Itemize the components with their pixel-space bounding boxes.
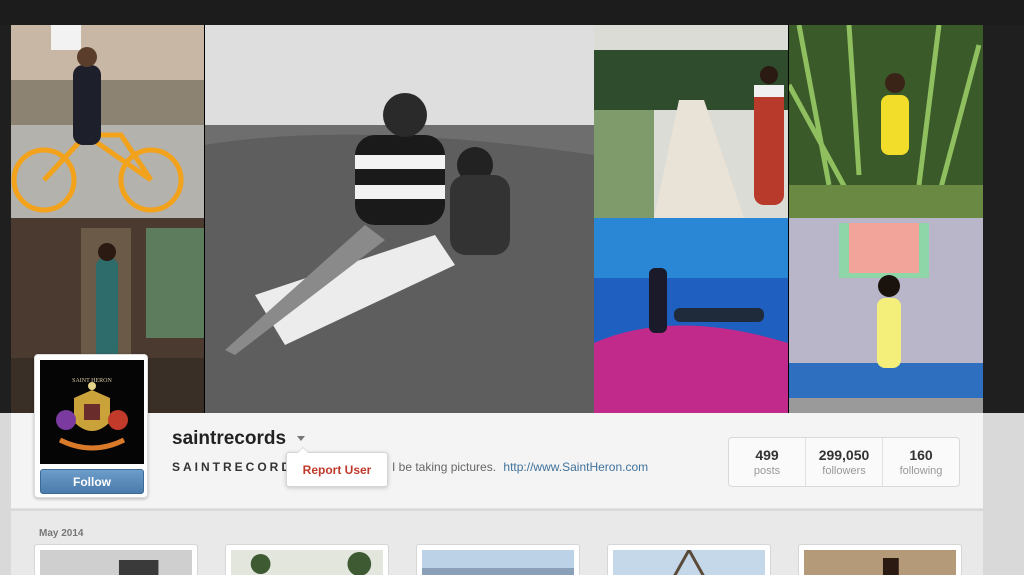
stat-following-count: 160 [909, 447, 933, 463]
bio: I be taking pictures. http://www.SaintHe… [392, 460, 648, 474]
cover-photo-collage [11, 25, 983, 413]
feed-photo-1[interactable] [34, 544, 198, 575]
cover-photo-1-image [11, 25, 204, 218]
avatar-crest-image: SAINT HERON [40, 360, 144, 464]
feed-photo-2[interactable] [225, 544, 389, 575]
stat-posts-label: posts [753, 465, 781, 477]
stat-followers-label: followers [822, 465, 866, 477]
avatar-card: SAINT HERON Follow [34, 354, 148, 498]
month-label: May 2014 [39, 528, 84, 539]
profile-stats: 499 posts 299,050 followers 160 followin… [728, 437, 960, 487]
cover-photo-6-image [594, 218, 788, 413]
feed-photo-3[interactable] [416, 544, 580, 575]
feed-photo-2-image [231, 550, 383, 575]
feed-photo-4[interactable] [607, 544, 771, 575]
chevron-down-icon[interactable] [297, 436, 305, 441]
avatar[interactable]: SAINT HERON [40, 360, 144, 464]
cover-photo-7-image [789, 218, 983, 413]
bio-link[interactable]: http://www.SaintHeron.com [503, 460, 648, 474]
cover-photo-7[interactable] [789, 218, 983, 413]
cover-photo-4[interactable] [594, 25, 788, 218]
cover-photo-1[interactable] [11, 25, 204, 218]
stat-posts-count: 499 [755, 447, 779, 463]
feed-photo-3-image [422, 550, 574, 575]
full-name: SAINTRECORDS [172, 460, 292, 474]
stat-followers[interactable]: 299,050 followers [806, 438, 883, 486]
username: saintrecords [172, 428, 287, 449]
cover-photo-4-image [594, 25, 788, 218]
report-user-menu-item[interactable]: Report User [303, 463, 372, 477]
feed-photo-4-image [613, 550, 765, 575]
feed-photo-1-image [40, 550, 192, 575]
options-dropdown: Report User [286, 447, 388, 487]
bio-text: I be taking pictures. [392, 460, 497, 474]
follow-button[interactable]: Follow [40, 469, 144, 494]
top-bar [0, 0, 1024, 25]
feed-photo-5-image [804, 550, 956, 575]
stat-following[interactable]: 160 following [883, 438, 959, 486]
cover-photo-6[interactable] [594, 218, 788, 413]
cover-photo-5-image [789, 25, 983, 218]
stat-posts[interactable]: 499 posts [729, 438, 806, 486]
feed-photo-5[interactable] [798, 544, 962, 575]
cover-photo-5[interactable] [789, 25, 983, 218]
stat-followers-count: 299,050 [818, 447, 870, 463]
cover-photo-3-image [205, 25, 594, 413]
cover-photo-3[interactable] [205, 25, 594, 413]
stat-following-label: following [899, 465, 943, 477]
